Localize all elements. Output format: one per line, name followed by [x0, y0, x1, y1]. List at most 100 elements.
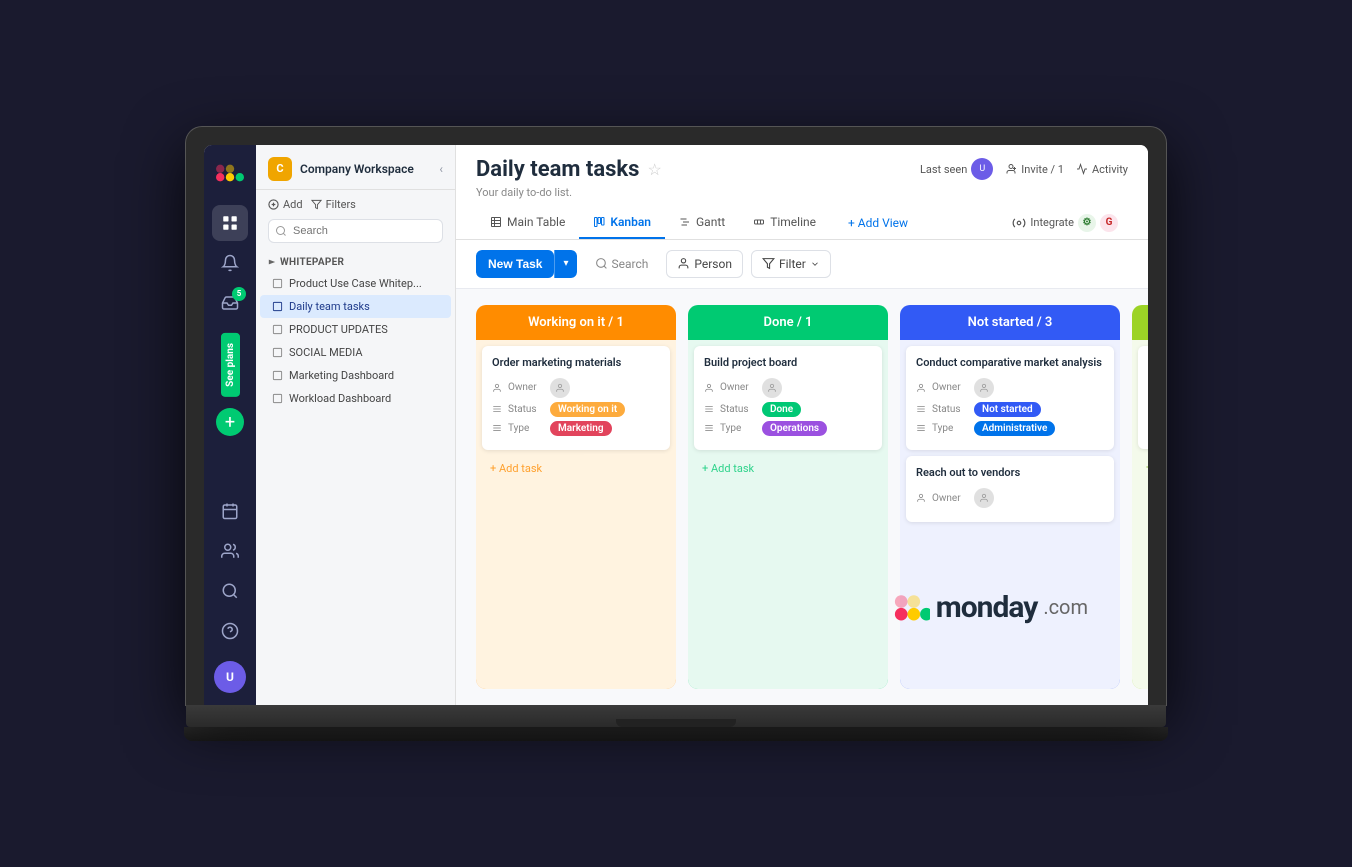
sidebar-collapse-btn[interactable]: ‹ [439, 162, 443, 176]
last-seen-avatar: U [971, 158, 993, 180]
tab-timeline[interactable]: Timeline [739, 207, 830, 239]
board-meta: Your daily to-do list. [476, 186, 1128, 199]
card-owner-avatar [550, 378, 570, 398]
sidebar-section-header-whitepaper[interactable]: WHITEPAPER [256, 253, 455, 272]
kanban-card-order-marketing[interactable]: Order marketing materials Owner [482, 346, 670, 450]
card-title: Build project board [704, 356, 872, 370]
kanban-col-body-done: Build project board Owner [688, 340, 888, 689]
card-owner-avatar [762, 378, 782, 398]
integrate-btn[interactable]: Integrate ⚙ G [1002, 208, 1128, 238]
sidebar-section-whitepaper: WHITEPAPER Product Use Case Whitep... Da… [256, 251, 455, 412]
laptop-shell: 5 See plans + [186, 127, 1166, 741]
sidebar-item-daily-team-tasks[interactable]: Daily team tasks [260, 295, 451, 318]
sidebar-item-product-use-case[interactable]: Product Use Case Whitep... [260, 272, 451, 295]
board-title: Daily team tasks [476, 157, 639, 182]
nav-add-button[interactable]: + [216, 408, 244, 436]
kanban-column-working: Working on it / 1 Order marketing materi… [476, 305, 676, 689]
laptop-bottom [184, 727, 1168, 741]
kanban-column-done: Done / 1 Build project board Owner [688, 305, 888, 689]
laptop-base [186, 705, 1166, 727]
nav-inbox[interactable]: 5 [212, 285, 248, 321]
board-title-row: Daily team tasks ☆ Last seen U [476, 157, 1128, 182]
kanban-col-header-waiting: Waiting / [1132, 305, 1148, 340]
nav-help[interactable] [212, 613, 248, 649]
sidebar-search[interactable] [256, 219, 455, 251]
nav-home[interactable] [212, 205, 248, 241]
sidebar-item-product-updates[interactable]: PRODUCT UPDATES [260, 318, 451, 341]
kanban-col-header-done: Done / 1 [688, 305, 888, 340]
new-task-button[interactable]: New Task [476, 250, 554, 278]
sidebar-item-social-media[interactable]: SOCIAL MEDIA [260, 341, 451, 364]
status-badge: Working on it [550, 402, 625, 417]
card-status-field: Status Done [704, 402, 872, 417]
sidebar-header: C Company Workspace ‹ [256, 145, 455, 190]
card-type-field: Type Operations [704, 421, 872, 436]
laptop-screen: 5 See plans + [204, 145, 1148, 705]
nav-notifications[interactable] [212, 245, 248, 281]
see-plans-button[interactable]: See plans [221, 333, 240, 397]
nav-calendar[interactable] [212, 493, 248, 529]
workspace-name: Company Workspace [300, 162, 431, 176]
sidebar-add-btn[interactable]: Add [268, 198, 303, 211]
notification-badge: 5 [232, 287, 246, 301]
kanban-col-body-waiting: Build remarketing campa... Owner [1132, 340, 1148, 689]
type-badge: Administrative [974, 421, 1055, 436]
card-owner-field: Owner [916, 488, 1104, 508]
kanban-card-remarketing[interactable]: Build remarketing campa... Owner [1138, 346, 1148, 449]
toolbar-search[interactable]: Search [585, 251, 659, 277]
new-task-wrapper: New Task ▾ [476, 250, 577, 278]
add-task-waiting[interactable]: + Add task [1132, 453, 1148, 482]
sidebar-filters-btn[interactable]: Filters [311, 198, 356, 211]
card-title: Reach out to vendors [916, 466, 1104, 480]
tab-gantt[interactable]: Gantt [665, 207, 739, 239]
invite-btn[interactable]: Invite / 1 [1005, 163, 1064, 176]
card-status-field: Status Working on it [492, 402, 660, 417]
kanban-col-header-working: Working on it / 1 [476, 305, 676, 340]
last-seen-item: Last seen U [920, 158, 993, 180]
sidebar-actions: Add Filters [256, 190, 455, 219]
toolbar-person-btn[interactable]: Person [666, 250, 743, 278]
sidebar-item-marketing-dashboard[interactable]: Marketing Dashboard [260, 364, 451, 387]
card-owner-avatar [974, 378, 994, 398]
nav-people[interactable] [212, 533, 248, 569]
tab-kanban[interactable]: Kanban [579, 207, 665, 239]
kanban-col-body-working: Order marketing materials Owner [476, 340, 676, 689]
kanban-card-reach-out[interactable]: Reach out to vendors Owner [906, 456, 1114, 522]
card-owner-avatar [974, 488, 994, 508]
integrate-icons: ⚙ G [1078, 214, 1118, 232]
kanban-column-not-started: Not started / 3 Conduct comparative mark… [900, 305, 1120, 689]
add-task-working[interactable]: + Add task [476, 454, 676, 483]
add-task-done[interactable]: + Add task [688, 454, 888, 483]
add-view-btn[interactable]: + Add View [834, 208, 922, 238]
kanban-board: Working on it / 1 Order marketing materi… [456, 289, 1148, 705]
board-header: Daily team tasks ☆ Last seen U [456, 145, 1148, 240]
star-icon[interactable]: ☆ [647, 160, 661, 179]
nav-logo[interactable] [214, 157, 246, 189]
nav-search[interactable] [212, 573, 248, 609]
kanban-col-body-not-started: Conduct comparative market analysis Owne… [900, 340, 1120, 689]
sidebar-search-input[interactable] [268, 219, 443, 243]
sidebar: C Company Workspace ‹ Add Filters [256, 145, 456, 705]
user-avatar[interactable]: U [214, 661, 246, 693]
sidebar-item-workload-dashboard[interactable]: Workload Dashboard [260, 387, 451, 410]
kanban-card-build-project[interactable]: Build project board Owner [694, 346, 882, 450]
activity-btn[interactable]: Activity [1076, 163, 1128, 176]
integrate-icon-2: G [1100, 214, 1118, 232]
tab-main-table[interactable]: Main Table [476, 207, 579, 239]
header-actions: Last seen U Invite / 1 Activity [920, 158, 1128, 180]
card-owner-field: Owner [916, 378, 1104, 398]
integrate-icon-1: ⚙ [1078, 214, 1096, 232]
card-status-field: Status Not started [916, 402, 1104, 417]
card-title: Order marketing materials [492, 356, 660, 370]
kanban-card-comparative-market[interactable]: Conduct comparative market analysis Owne… [906, 346, 1114, 450]
kanban-column-waiting: Waiting / Build remarketing campa... Own… [1132, 305, 1148, 689]
board-toolbar: New Task ▾ Search Person [456, 240, 1148, 289]
toolbar-filter-btn[interactable]: Filter [751, 250, 831, 278]
card-owner-field: Owner [704, 378, 872, 398]
laptop-bezel: 5 See plans + [186, 127, 1166, 705]
left-nav: 5 See plans + [204, 145, 256, 705]
app-layout: 5 See plans + [204, 145, 1148, 705]
board-tabs: Main Table Kanban Gantt [476, 207, 1128, 239]
new-task-dropdown[interactable]: ▾ [554, 250, 576, 278]
card-title: Conduct comparative market analysis [916, 356, 1104, 370]
